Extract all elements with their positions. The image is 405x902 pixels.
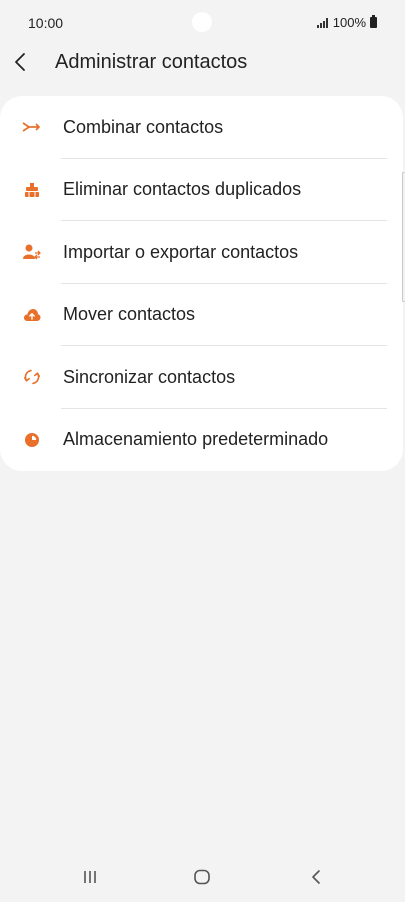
merge-icon bbox=[22, 117, 42, 137]
home-icon bbox=[194, 869, 210, 885]
menu-item-label: Combinar contactos bbox=[63, 116, 224, 137]
duplicates-icon bbox=[22, 180, 42, 200]
chevron-left-icon bbox=[15, 53, 25, 71]
status-indicators: 100% bbox=[316, 15, 377, 30]
menu-item-label: Eliminar contactos duplicados bbox=[63, 179, 302, 200]
recent-apps-icon bbox=[84, 871, 96, 883]
camera-cutout bbox=[192, 12, 212, 32]
menu-item-remove-duplicates[interactable]: Eliminar contactos duplicados bbox=[0, 159, 403, 221]
menu-item-move-contacts[interactable]: Mover contactos bbox=[0, 284, 403, 346]
menu-item-label: Sincronizar contactos bbox=[63, 366, 236, 387]
back-button[interactable] bbox=[14, 44, 58, 80]
battery-percentage: 100% bbox=[332, 15, 366, 30]
menu-item-combine-contacts[interactable]: Combinar contactos bbox=[0, 96, 403, 159]
menu-item-import-export[interactable]: Importar o exportar contactos bbox=[0, 221, 403, 284]
menu-item-sync-contacts[interactable]: Sincronizar contactos bbox=[0, 346, 403, 409]
storage-pie-icon bbox=[22, 430, 42, 450]
home-button[interactable] bbox=[182, 864, 222, 890]
signal-icon bbox=[316, 17, 328, 28]
import-export-icon bbox=[22, 242, 42, 262]
menu-item-label: Importar o exportar contactos bbox=[63, 241, 299, 262]
page-title: Administrar contactos bbox=[55, 50, 248, 73]
navigation-bar bbox=[0, 850, 405, 902]
cloud-upload-icon bbox=[22, 305, 42, 325]
back-nav-button[interactable] bbox=[296, 864, 336, 890]
menu-item-default-storage[interactable]: Almacenamiento predeterminado bbox=[0, 409, 403, 472]
status-bar: 10:00 100% bbox=[0, 0, 405, 46]
sync-icon bbox=[22, 367, 42, 387]
menu-item-label: Mover contactos bbox=[63, 304, 196, 325]
status-time: 10:00 bbox=[28, 15, 64, 31]
contacts-options-card: Combinar contactos Eliminar contactos du… bbox=[0, 96, 403, 471]
app-header: Administrar contactos bbox=[0, 44, 405, 80]
back-nav-icon bbox=[312, 870, 320, 884]
battery-icon bbox=[370, 15, 377, 28]
menu-item-label: Almacenamiento predeterminado bbox=[63, 429, 329, 450]
recent-apps-button[interactable] bbox=[70, 864, 110, 890]
